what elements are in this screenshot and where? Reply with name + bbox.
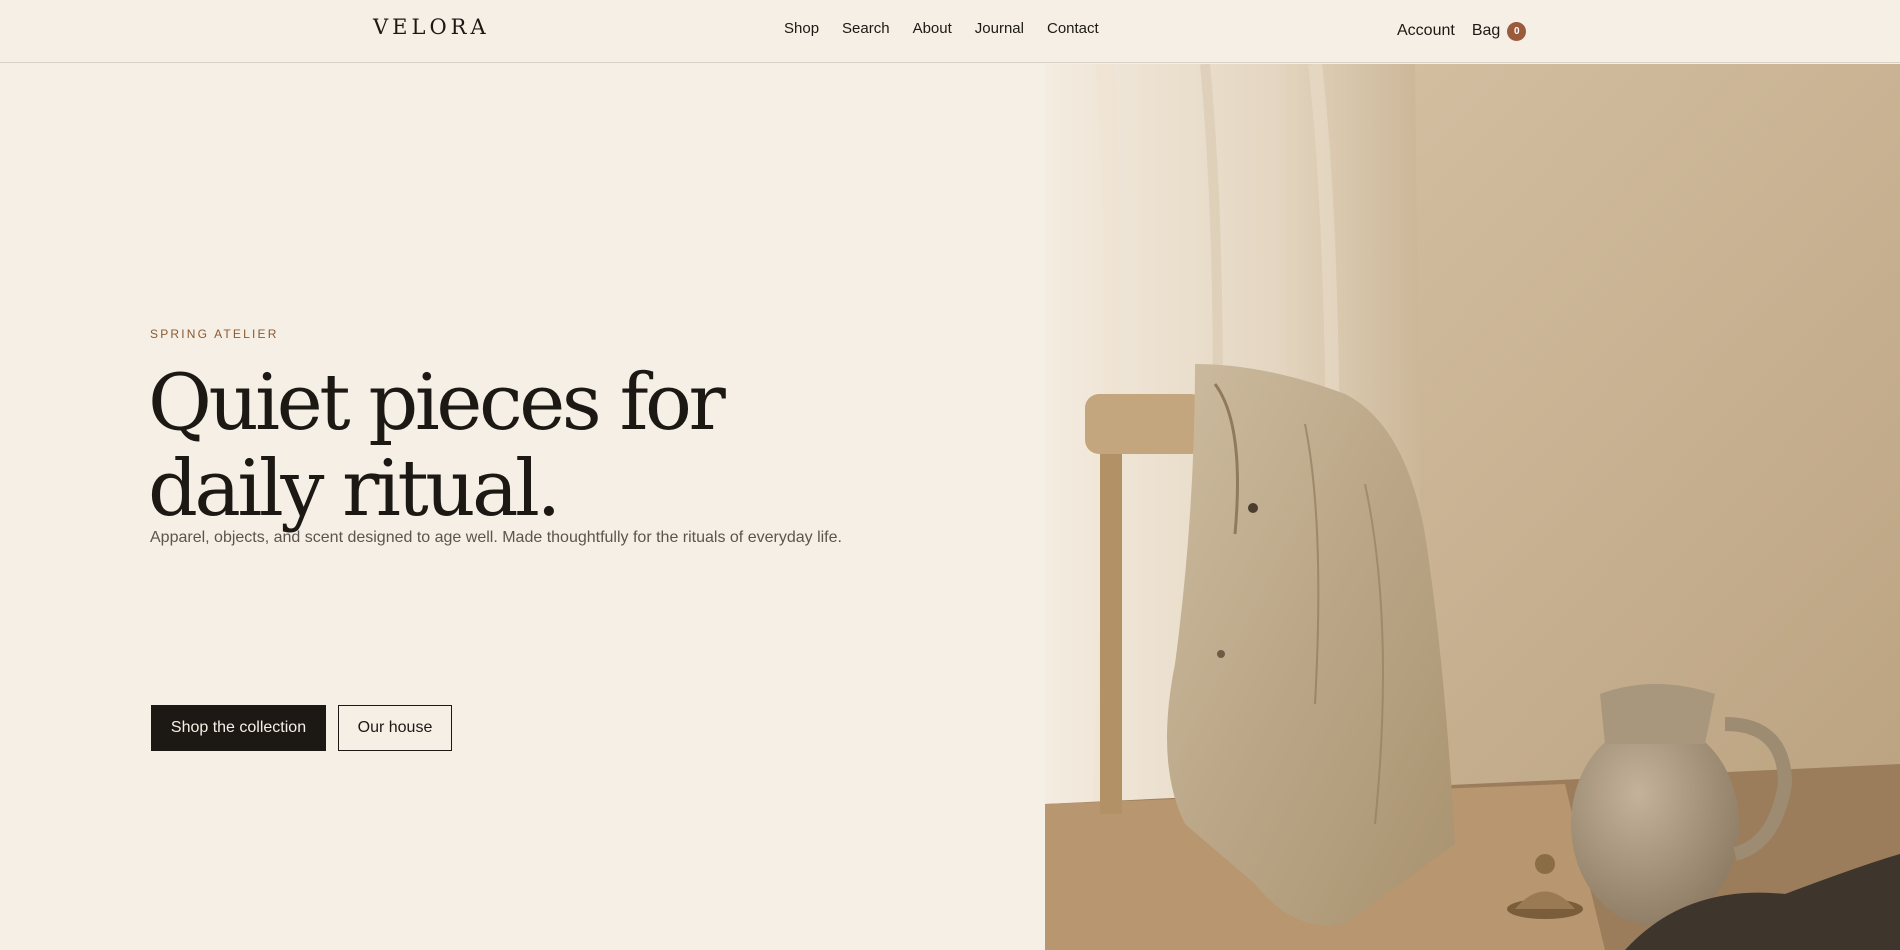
brand-logo[interactable]: VELORA [373,15,490,39]
account-link[interactable]: Account [1397,22,1455,40]
shop-collection-button[interactable]: Shop the collection [151,705,326,751]
our-house-button[interactable]: Our house [338,705,452,751]
headline-line-2: daily ritual. [148,444,561,534]
nav-shop[interactable]: Shop [784,20,819,37]
headline-line-1: Quiet pieces for [148,358,726,448]
bag-label: Bag [1471,21,1501,39]
hero-image [1045,64,1900,950]
nav-contact[interactable]: Contact [1047,20,1099,37]
bag-button[interactable]: Bag 0 [1471,20,1527,41]
main-nav: Shop Search About Journal Contact [784,20,1122,37]
bag-count-badge: 0 [1507,22,1527,41]
hero-photo-illustration [1045,64,1900,950]
hero-eyebrow: SPRING ATELIER [150,327,279,341]
nav-about[interactable]: About [913,20,952,37]
site-header: VELORA Shop Search About Journal Contact… [0,0,1900,63]
nav-journal[interactable]: Journal [975,20,1024,37]
hero-headline: Quiet pieces for daily ritual. [148,358,726,534]
utility-nav: Account Bag 0 [1397,20,1527,41]
hero-subtitle: Apparel, objects, and scent designed to … [150,529,842,546]
nav-search[interactable]: Search [842,20,890,37]
